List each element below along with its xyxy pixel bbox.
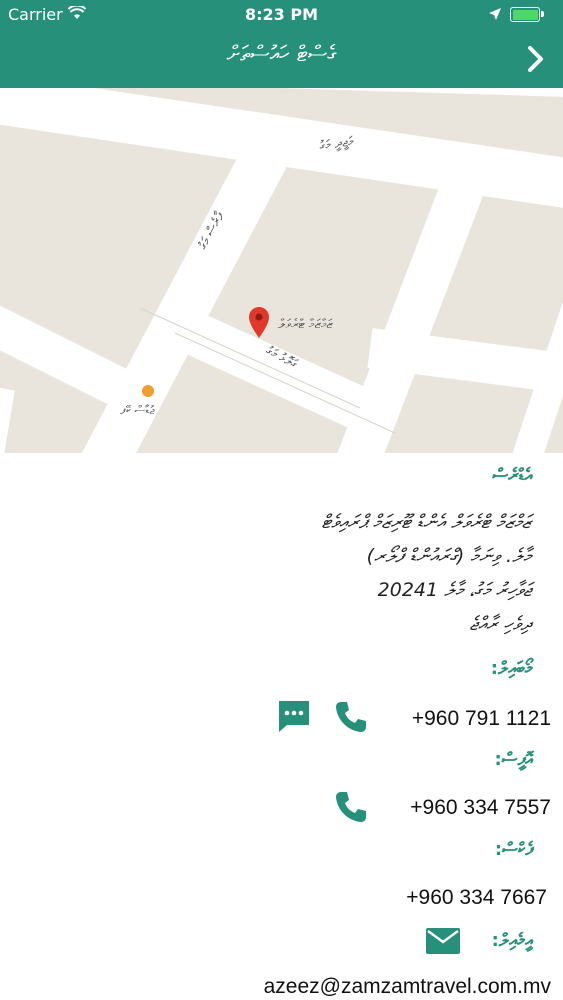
restaurant-icon <box>142 385 154 397</box>
office-number[interactable]: +960 334 7557 <box>410 796 551 820</box>
call-mobile-button[interactable] <box>333 699 369 739</box>
office-heading: އޮފީސް: <box>494 749 533 770</box>
mail-icon <box>426 928 460 954</box>
page-title: ގެސްޓް ހައުސްތަށް <box>226 42 337 67</box>
phone-icon <box>336 702 366 732</box>
fax-heading: ފެކްސް: <box>494 839 533 860</box>
mobile-number[interactable]: +960 791 1121 <box>412 707 551 731</box>
status-time: 8:23 PM <box>244 5 318 24</box>
address-line: މާލެ. ވިނަމާ (ގްރައުންޑް ފްލޯރ) <box>366 545 531 567</box>
mobile-heading: މޯބައިލް: <box>490 658 533 679</box>
chat-icon <box>279 701 309 732</box>
address-line: ދިވެހި ރާއްޖެ <box>469 613 531 635</box>
email-heading: އީމެއިލް: <box>491 930 533 951</box>
restaurant-label: ޖުޑާސް ކޭފ <box>120 403 155 417</box>
location-arrow-icon <box>489 8 501 20</box>
phone-icon <box>336 792 366 822</box>
address-heading: އެޑްރެސް <box>492 465 533 486</box>
email-address[interactable]: azeez@zamzamtravel.com.mv <box>264 975 551 999</box>
email-button[interactable] <box>425 927 461 959</box>
address-line: ޖަވާހިރު މަގު، މާލެ 20241 <box>377 579 531 601</box>
call-office-button[interactable] <box>333 789 369 829</box>
nav-bar: ގެސްޓް ހައުސްތަށް <box>0 30 563 88</box>
fax-number: +960 334 7667 <box>406 886 547 909</box>
message-button[interactable] <box>277 699 311 737</box>
status-bar: Carrier 8:23 PM <box>0 0 563 30</box>
place-label: ޒަމްޒަމް ޓްރެވަލް <box>278 317 333 332</box>
back-button[interactable] <box>517 40 555 78</box>
map-view[interactable]: މަޖީދީ މަގު ފާރެސް މަގު ގަލޮޅު މަގު ޒަމް… <box>0 88 563 453</box>
battery-icon <box>510 7 544 22</box>
chevron-right-icon <box>528 46 543 72</box>
address-line: ޒަމްޒަމް ޓްރެވަލް އެންޑް ޓޫރިޒަމް ޕްރައި… <box>321 511 531 533</box>
